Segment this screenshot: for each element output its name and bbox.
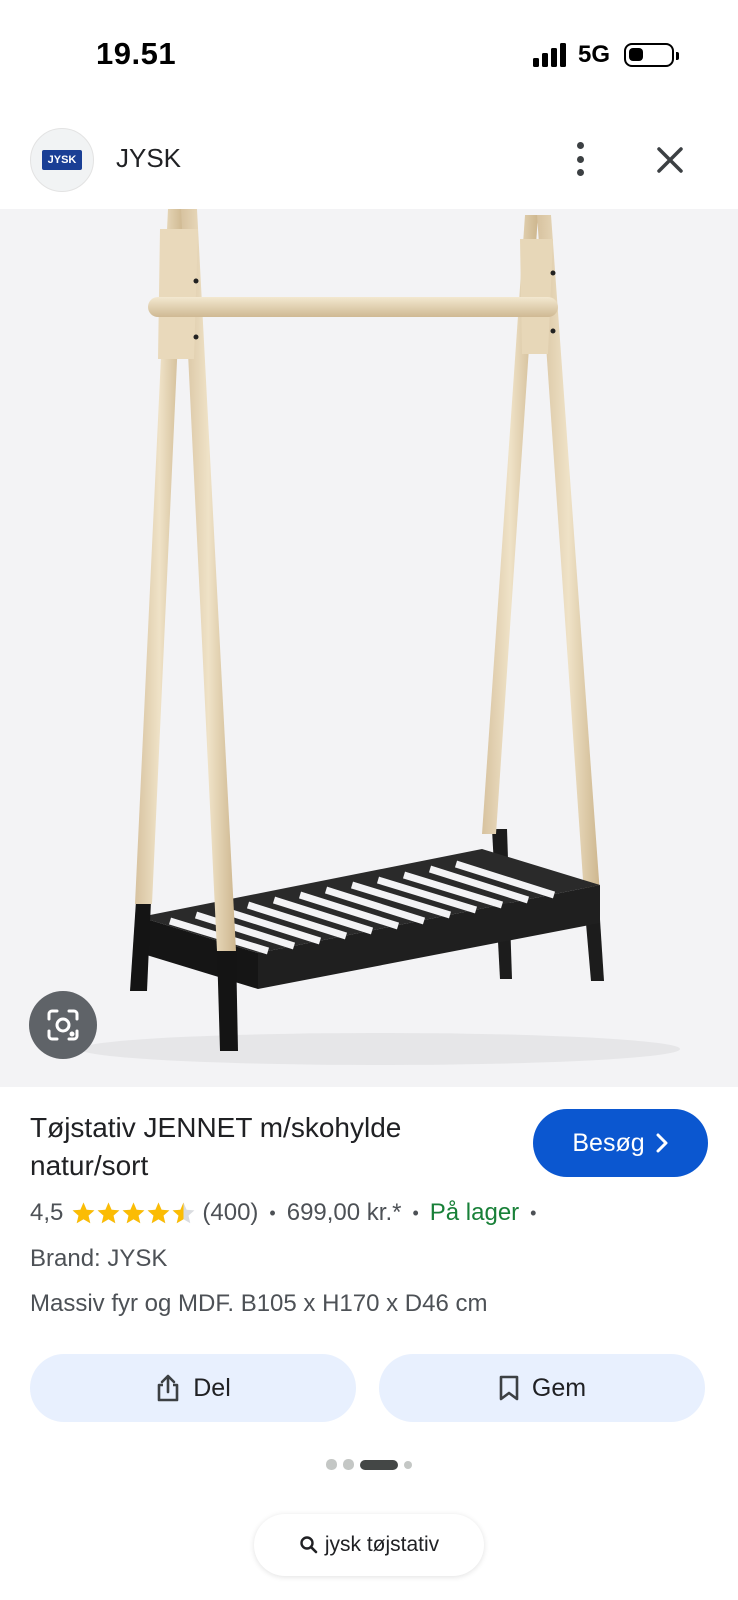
visit-button[interactable]: Besøg	[533, 1109, 708, 1177]
battery-icon	[624, 43, 679, 67]
star-icon	[146, 1201, 171, 1226]
product-title[interactable]: Tøjstativ JENNET m/skohylde natur/sort	[30, 1109, 500, 1185]
availability: På lager	[429, 1199, 520, 1226]
save-button[interactable]: Gem	[379, 1354, 705, 1422]
related-search-chip[interactable]: jysk tøjstativ	[254, 1514, 484, 1576]
separator-dot: •	[530, 1202, 537, 1223]
status-bar: 19.51 5G	[0, 0, 738, 110]
bookmark-icon	[499, 1375, 519, 1401]
image-pager	[0, 1459, 738, 1470]
share-button[interactable]: Del	[30, 1354, 356, 1422]
separator-dot: •	[269, 1202, 276, 1223]
rating-stars	[71, 1201, 196, 1226]
pager-dot-active	[360, 1459, 398, 1470]
clothes-rack-image	[80, 209, 680, 1065]
share-icon	[157, 1374, 179, 1402]
product-description: Massiv fyr og MDF. B105 x H170 x D46 cm	[30, 1290, 488, 1317]
result-header: JYSK JYSK	[0, 125, 738, 205]
pager-dot	[343, 1459, 354, 1470]
rating-value: 4,5	[30, 1199, 64, 1226]
chevron-right-icon	[656, 1133, 668, 1153]
search-chip-label: jysk tøjstativ	[324, 1533, 440, 1556]
network-type: 5G	[577, 41, 610, 68]
pager-dot	[404, 1460, 412, 1469]
star-icon	[121, 1201, 146, 1226]
product-meta: 4,5 (400) • 699,00 kr.* • På lager •	[30, 1195, 547, 1231]
price: 699,00 kr.*	[286, 1199, 402, 1226]
status-indicators: 5G	[532, 38, 679, 72]
visit-button-label: Besøg	[572, 1128, 645, 1157]
brand: Brand: JYSK	[30, 1245, 168, 1272]
close-icon[interactable]	[651, 141, 689, 179]
star-icon	[96, 1201, 121, 1226]
review-count: (400)	[202, 1199, 259, 1226]
jysk-logo-icon: JYSK	[42, 150, 82, 170]
signal-strength-icon	[532, 43, 566, 67]
save-button-label: Gem	[531, 1373, 587, 1402]
product-image[interactable]	[0, 209, 738, 1087]
share-button-label: Del	[193, 1373, 231, 1402]
google-lens-icon[interactable]	[29, 991, 97, 1059]
status-time: 19.51	[96, 36, 177, 71]
site-logo[interactable]: JYSK	[30, 128, 94, 192]
more-vertical-icon[interactable]	[565, 139, 595, 179]
separator-dot: •	[412, 1202, 419, 1223]
site-name[interactable]: JYSK	[116, 143, 181, 174]
pager-dot	[326, 1459, 337, 1470]
star-icon	[171, 1201, 196, 1226]
star-icon	[71, 1201, 96, 1226]
search-icon	[300, 1536, 318, 1554]
